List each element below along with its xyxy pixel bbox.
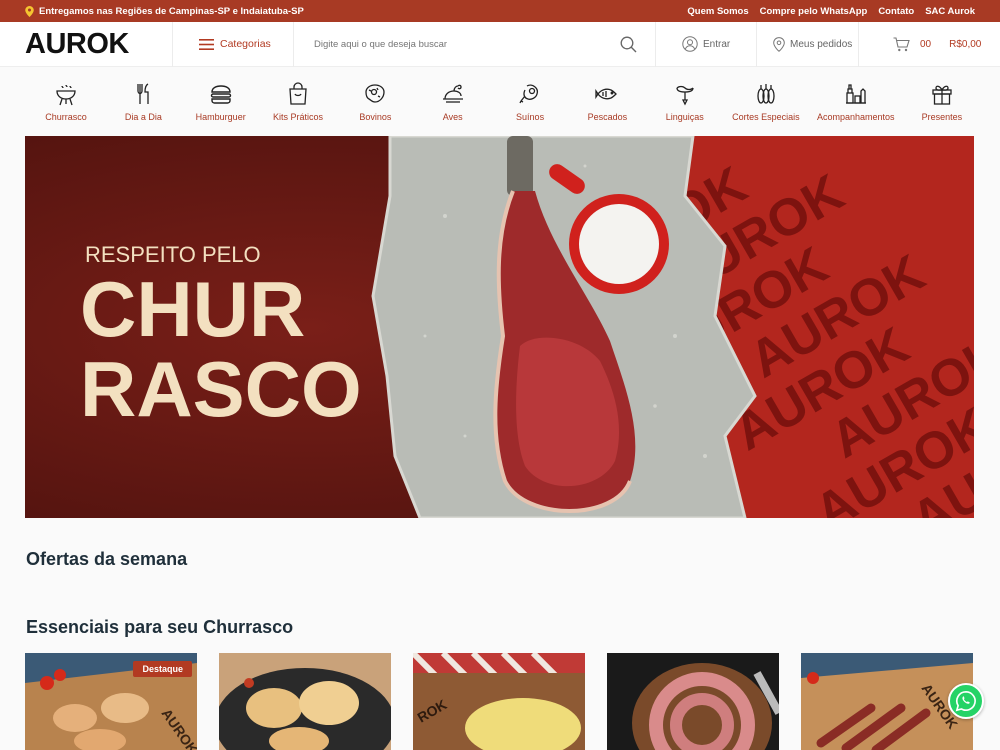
- category-label: Churrasco: [45, 112, 87, 122]
- product-card[interactable]: [607, 653, 779, 750]
- whatsapp-icon: [955, 691, 976, 712]
- category-hamburguer[interactable]: Hamburguer: [191, 82, 251, 122]
- product-image: [219, 653, 391, 750]
- cuts-icon: [757, 84, 775, 104]
- category-label: Dia a Dia: [124, 112, 162, 122]
- orders-button[interactable]: Meus pedidos: [757, 22, 858, 67]
- main-header: AUROK Categorias Entrar Meus pedidos 00 …: [0, 21, 1000, 67]
- category-label: Linguiças: [665, 112, 704, 122]
- location-pin-icon: [25, 5, 34, 17]
- category-nav: Churrasco Dia a Dia Hamburguer Kits Prát…: [0, 67, 1000, 137]
- product-card[interactable]: ROK: [413, 653, 585, 750]
- hero-banner[interactable]: AUROK AUROK AUROK AUROK AUROK AUROK AURO…: [25, 136, 974, 518]
- categories-menu-button[interactable]: Categorias: [173, 38, 293, 50]
- product-card[interactable]: AUROK Destaque: [25, 653, 197, 750]
- banner-headline-small: RESPEITO PELO: [85, 242, 261, 267]
- cart-button[interactable]: 00 R$0,00: [859, 36, 982, 52]
- whatsapp-float-button[interactable]: [948, 683, 984, 719]
- offers-section-title: Ofertas da semana: [26, 549, 188, 569]
- link-whatsapp[interactable]: Compre pelo WhatsApp: [760, 6, 868, 17]
- cart-icon: [893, 36, 910, 51]
- delivery-info: Entregamos nas Regiões de Campinas-SP e …: [25, 5, 304, 17]
- product-card[interactable]: [219, 653, 391, 750]
- category-label: Aves: [442, 112, 463, 122]
- sausage-icon: [676, 85, 694, 106]
- top-bar: Entregamos nas Regiões de Campinas-SP e …: [0, 0, 1000, 22]
- link-contato[interactable]: Contato: [878, 6, 914, 17]
- chicken-icon: [442, 84, 463, 103]
- delivery-text: Entregamos nas Regiões de Campinas-SP e …: [39, 5, 304, 17]
- category-cortes-especiais[interactable]: Cortes Especiais: [732, 82, 800, 122]
- login-button[interactable]: Entrar: [656, 22, 756, 67]
- cutlery-icon: [137, 83, 149, 104]
- bag-icon: [289, 82, 307, 105]
- banner-headline-line1: CHUR: [80, 265, 305, 353]
- category-pescados[interactable]: Pescados: [577, 82, 637, 122]
- burger-icon: [210, 85, 231, 104]
- category-acompanhamentos[interactable]: Acompanhamentos: [817, 82, 895, 122]
- category-label: Suínos: [516, 112, 545, 122]
- sides-icon: [845, 84, 866, 104]
- category-label: Kits Práticos: [273, 112, 324, 122]
- gift-icon: [932, 85, 952, 105]
- link-quem-somos[interactable]: Quem Somos: [687, 6, 748, 17]
- fish-icon: [595, 88, 618, 100]
- category-aves[interactable]: Aves: [423, 82, 483, 122]
- orders-label: Meus pedidos: [790, 38, 853, 50]
- beef-icon: [365, 84, 386, 103]
- product-image: ROK: [413, 653, 585, 750]
- product-image: [607, 653, 779, 750]
- search-bar: [294, 22, 655, 67]
- grill-icon: [56, 84, 76, 106]
- category-churrasco[interactable]: Churrasco: [36, 82, 96, 122]
- category-label: Cortes Especiais: [732, 112, 800, 122]
- category-kits-praticos[interactable]: Kits Práticos: [268, 82, 328, 122]
- destaque-badge: Destaque: [133, 661, 192, 677]
- category-dia-a-dia[interactable]: Dia a Dia: [113, 82, 173, 122]
- cart-total: R$0,00: [949, 38, 982, 50]
- site-logo[interactable]: AUROK: [0, 28, 172, 61]
- category-label: Hamburguer: [195, 112, 246, 122]
- link-sac[interactable]: SAC Aurok: [925, 6, 975, 17]
- search-input[interactable]: [314, 38, 574, 50]
- login-label: Entrar: [703, 38, 731, 50]
- banner-headline-line2: RASCO: [80, 345, 362, 433]
- essentials-section-title: Essenciais para seu Churrasco: [26, 617, 294, 637]
- category-label: Pescados: [587, 112, 628, 122]
- banner-artwork: AUROK AUROK AUROK AUROK AUROK AUROK AURO…: [25, 136, 974, 518]
- product-carousel: AUROK Destaque ROK AUROK: [25, 653, 973, 750]
- search-icon[interactable]: [620, 36, 637, 53]
- category-label: Presentes: [921, 112, 963, 122]
- hamburger-menu-icon: [199, 38, 214, 50]
- user-icon: [682, 36, 698, 52]
- categories-label: Categorias: [220, 38, 271, 50]
- ham-icon: [519, 84, 539, 104]
- category-suinos[interactable]: Suínos: [500, 82, 560, 122]
- category-label: Bovinos: [359, 112, 392, 122]
- category-presentes[interactable]: Presentes: [912, 82, 972, 122]
- category-bovinos[interactable]: Bovinos: [345, 82, 405, 122]
- cart-count: 00: [920, 38, 932, 50]
- category-linguicas[interactable]: Linguiças: [655, 82, 715, 122]
- map-pin-icon: [773, 36, 785, 52]
- category-label: Acompanhamentos: [816, 112, 895, 122]
